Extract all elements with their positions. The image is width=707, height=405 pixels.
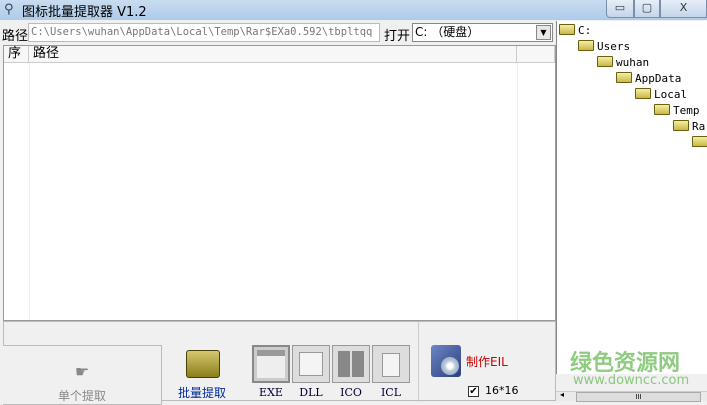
cd-box-icon[interactable] <box>431 345 461 377</box>
tree-node[interactable]: C: <box>559 24 591 40</box>
folder-icon <box>597 56 613 67</box>
tree-node[interactable]: Users <box>578 40 630 56</box>
watermark-url: www.downcc.com <box>573 373 690 388</box>
exe-type-button[interactable] <box>252 345 290 383</box>
briefcase-icon[interactable] <box>186 350 220 378</box>
size-checkbox-label: 16*16 <box>485 384 519 397</box>
tree-node[interactable]: AppData <box>616 72 681 88</box>
drive-value: C: （硬盘） <box>415 25 480 39</box>
document-icon <box>382 353 400 377</box>
dll-label: DLL <box>299 386 323 399</box>
folder-icon <box>692 136 707 147</box>
ico-label: ICO <box>340 386 362 399</box>
hand-pointer-icon: ☛ <box>74 362 90 381</box>
maximize-button[interactable]: ▢ <box>634 0 660 18</box>
gear-document-icon <box>299 352 323 376</box>
folder-icon <box>654 104 670 115</box>
column-header-path[interactable]: 路径 <box>29 46 517 63</box>
grid-icon <box>338 351 364 377</box>
tree-node[interactable]: Rar <box>673 120 707 136</box>
exe-label: EXE <box>259 386 283 399</box>
close-button[interactable]: X <box>660 0 707 18</box>
batch-extract-button[interactable]: 批量提取 <box>178 384 226 401</box>
size-checkbox[interactable]: ✔ <box>468 386 479 397</box>
make-eil-button[interactable]: 制作EIL <box>466 353 508 370</box>
minimize-button[interactable]: ▭ <box>606 0 634 18</box>
tree-node[interactable]: Temp <box>654 104 700 120</box>
column-divider <box>517 63 518 320</box>
horizontal-scrollbar[interactable]: ◂ III <box>556 390 707 402</box>
tree-node[interactable]: Local <box>635 88 687 104</box>
window-title: 图标批量提取器 V1.2 <box>22 5 147 20</box>
ico-type-button[interactable] <box>332 345 370 383</box>
divider <box>418 322 419 402</box>
file-list[interactable]: 序 路径 <box>3 45 556 321</box>
folder-icon <box>578 40 594 51</box>
path-input[interactable]: C:\Users\wuhan\AppData\Local\Temp\Rar$EX… <box>28 23 380 42</box>
column-divider <box>29 63 30 320</box>
folder-icon <box>616 72 632 83</box>
tree-node[interactable] <box>692 136 707 152</box>
chevron-down-icon[interactable]: ▼ <box>536 25 551 40</box>
single-extract-label: 单个提取 <box>57 389 106 403</box>
scroll-left-icon[interactable]: ◂ <box>560 390 564 399</box>
folder-icon <box>635 88 651 99</box>
tree-node[interactable]: wuhan <box>597 56 649 72</box>
title-bar: ⚲ 图标批量提取器 V1.2 ▭ ▢ X <box>0 0 707 20</box>
folder-icon <box>559 24 575 35</box>
dll-type-button[interactable] <box>292 345 330 383</box>
drive-select[interactable]: C: （硬盘） ▼ <box>412 23 553 42</box>
folder-icon <box>673 120 689 131</box>
icl-label: ICL <box>380 386 402 399</box>
folder-tree[interactable]: C: Users wuhan AppData Local Temp Rar <box>556 21 707 374</box>
icl-type-button[interactable] <box>372 345 410 383</box>
column-header-extra <box>517 46 555 63</box>
column-header-index[interactable]: 序 <box>4 46 29 63</box>
path-label: 路径 <box>2 29 29 44</box>
magnifier-icon: ⚲ <box>4 2 14 17</box>
open-label-text: 打开 <box>384 29 411 44</box>
single-extract-button[interactable]: ☛ 单个提取 <box>3 345 162 405</box>
